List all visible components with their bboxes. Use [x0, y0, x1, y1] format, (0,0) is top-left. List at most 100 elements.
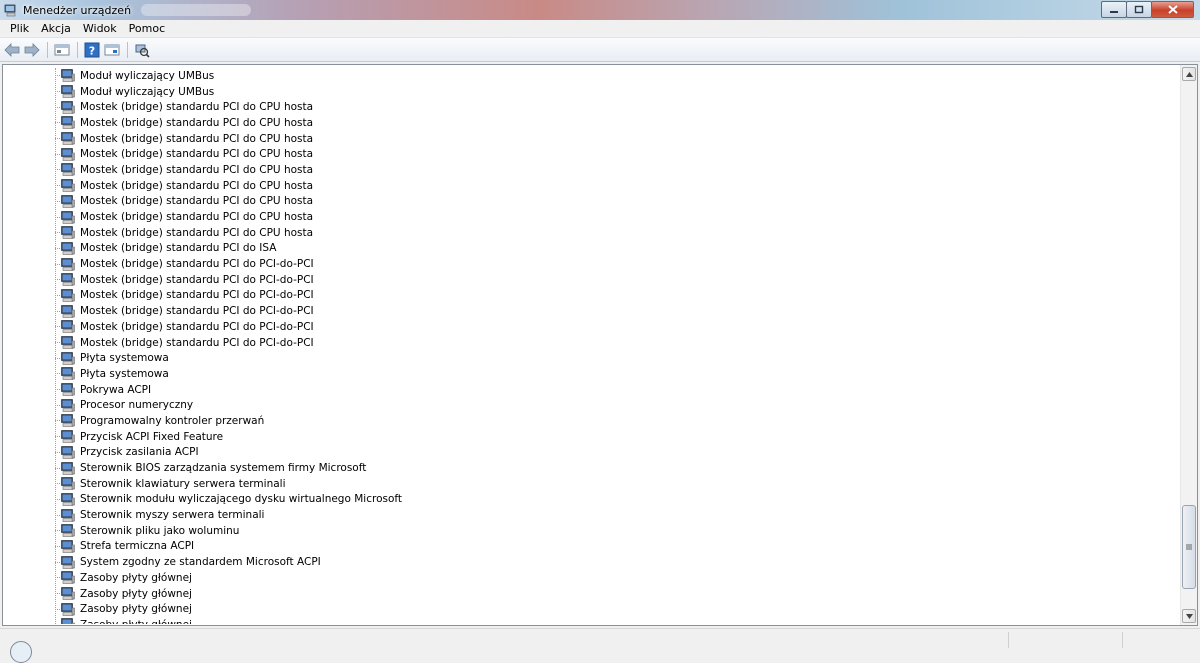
- tree-item[interactable]: Zasoby płyty głównej: [3, 601, 1181, 617]
- menu-file[interactable]: Plik: [4, 22, 35, 35]
- tree-item[interactable]: Przycisk ACPI Fixed Feature: [3, 429, 1181, 445]
- tree-item[interactable]: Sterownik modułu wyliczającego dysku wir…: [3, 492, 1181, 508]
- tree-item-label: Mostek (bridge) standardu PCI do CPU hos…: [80, 226, 314, 239]
- tree-item[interactable]: Mostek (bridge) standardu PCI do PCI-do-…: [3, 256, 1181, 272]
- status-icon: [10, 641, 32, 663]
- console-tree-button[interactable]: [53, 41, 71, 59]
- tree-item[interactable]: Mostek (bridge) standardu PCI do PCI-do-…: [3, 319, 1181, 335]
- menu-help[interactable]: Pomoc: [123, 22, 171, 35]
- title-bar[interactable]: Menedżer urządzeń: [0, 0, 1200, 20]
- tree-item-label: Mostek (bridge) standardu PCI do PCI-do-…: [80, 258, 314, 271]
- scroll-up-button[interactable]: [1182, 67, 1196, 81]
- tree-item[interactable]: Płyta systemowa: [3, 366, 1181, 382]
- tree-branch-line: [55, 200, 60, 202]
- properties-icon: [104, 44, 120, 55]
- tree-item-label: Sterownik BIOS zarządzania systemem firm…: [80, 462, 367, 475]
- vertical-scrollbar[interactable]: [1180, 65, 1197, 625]
- tree-item[interactable]: Płyta systemowa: [3, 350, 1181, 366]
- tree-item[interactable]: Mostek (bridge) standardu PCI do CPU hos…: [3, 131, 1181, 147]
- tree-item-label: Przycisk zasilania ACPI: [80, 446, 199, 459]
- toolbar-separator: [47, 41, 48, 58]
- tree-item[interactable]: Mostek (bridge) standardu PCI do PCI-do-…: [3, 335, 1181, 351]
- tree-item-label: Sterownik klawiatury serwera terminali: [80, 477, 286, 490]
- grip-icon: [1186, 544, 1192, 550]
- tree-branch-line: [55, 608, 60, 610]
- tree-item[interactable]: Sterownik pliku jako woluminu: [3, 523, 1181, 539]
- tree-item-label: Mostek (bridge) standardu PCI do CPU hos…: [80, 211, 314, 224]
- menu-action[interactable]: Akcja: [35, 22, 77, 35]
- tree-item-label: Zasoby płyty głównej: [80, 619, 192, 624]
- system-device-icon: [61, 555, 75, 569]
- system-device-icon: [61, 540, 75, 553]
- tree-item[interactable]: Mostek (bridge) standardu PCI do CPU hos…: [3, 209, 1181, 225]
- help-button[interactable]: ?: [83, 41, 101, 59]
- tree-item[interactable]: Sterownik klawiatury serwera terminali: [3, 476, 1181, 492]
- tree-item[interactable]: Mostek (bridge) standardu PCI do PCI-do-…: [3, 272, 1181, 288]
- tree-branch-line: [55, 561, 60, 563]
- tree-item[interactable]: Strefa termiczna ACPI: [3, 539, 1181, 555]
- tree-item-label: Zasoby płyty głównej: [80, 587, 192, 600]
- minimize-icon: [1110, 10, 1118, 13]
- tree-item-label: Zasoby płyty głównej: [80, 571, 192, 584]
- minimize-button[interactable]: [1101, 1, 1127, 18]
- tree-item[interactable]: System zgodny ze standardem Microsoft AC…: [3, 554, 1181, 570]
- device-manager-icon: [4, 4, 16, 17]
- tree-item[interactable]: Programowalny kontroler przerwań: [3, 413, 1181, 429]
- properties-button[interactable]: [103, 41, 121, 59]
- system-device-icon: [61, 116, 75, 130]
- tree-item[interactable]: Zasoby płyty głównej: [3, 617, 1181, 624]
- tree-item[interactable]: Mostek (bridge) standardu PCI do PCI-do-…: [3, 303, 1181, 319]
- system-device-icon: [61, 351, 75, 365]
- maximize-button[interactable]: [1126, 1, 1152, 18]
- tree-item[interactable]: Mostek (bridge) standardu PCI do CPU hos…: [3, 162, 1181, 178]
- tree-item[interactable]: Mostek (bridge) standardu PCI do CPU hos…: [3, 146, 1181, 162]
- tree-item[interactable]: Mostek (bridge) standardu PCI do PCI-do-…: [3, 288, 1181, 304]
- tree-item-label: Sterownik myszy serwera terminali: [80, 509, 265, 522]
- tree-branch-line: [55, 216, 60, 218]
- tree-branch-line: [55, 357, 60, 359]
- tree-item[interactable]: Sterownik BIOS zarządzania systemem firm…: [3, 460, 1181, 476]
- system-device-icon: [61, 524, 75, 538]
- scan-hardware-button[interactable]: [133, 41, 151, 59]
- tree-branch-line: [55, 91, 60, 93]
- tree-item[interactable]: Mostek (bridge) standardu PCI do ISA: [3, 241, 1181, 257]
- device-tree[interactable]: Moduł wyliczający UMBus Moduł wyliczający…: [3, 68, 1181, 624]
- scroll-thumb[interactable]: [1182, 505, 1196, 589]
- tree-branch-line: [55, 342, 60, 344]
- tree-item[interactable]: Procesor numeryczny: [3, 397, 1181, 413]
- window-controls: [1101, 1, 1194, 18]
- system-device-icon: [61, 571, 75, 585]
- forward-button[interactable]: [23, 41, 41, 59]
- back-button[interactable]: [3, 41, 21, 59]
- tree-branch-line: [55, 514, 60, 516]
- tree-item[interactable]: Moduł wyliczający UMBus: [3, 84, 1181, 100]
- tree-item[interactable]: Mostek (bridge) standardu PCI do CPU hos…: [3, 99, 1181, 115]
- tree-branch-line: [55, 153, 60, 155]
- tree-item-label: Procesor numeryczny: [80, 399, 194, 412]
- tree-item-label: Programowalny kontroler przerwań: [80, 414, 265, 427]
- close-button[interactable]: [1151, 1, 1194, 18]
- tree-item[interactable]: Zasoby płyty głównej: [3, 570, 1181, 586]
- chevron-down-icon: [1185, 613, 1193, 619]
- menu-bar: Plik Akcja Widok Pomoc: [0, 20, 1200, 38]
- tree-item[interactable]: Pokrywa ACPI: [3, 382, 1181, 398]
- tree-item[interactable]: Sterownik myszy serwera terminali: [3, 507, 1181, 523]
- tree-item[interactable]: Mostek (bridge) standardu PCI do CPU hos…: [3, 194, 1181, 210]
- tree-branch-line: [55, 530, 60, 532]
- scroll-down-button[interactable]: [1182, 609, 1196, 623]
- tree-item[interactable]: Moduł wyliczający UMBus: [3, 68, 1181, 84]
- tree-item[interactable]: Zasoby płyty głównej: [3, 586, 1181, 602]
- toolbar: ?: [0, 38, 1200, 62]
- system-device-icon: [61, 304, 75, 318]
- tree-item-label: Pokrywa ACPI: [80, 383, 152, 396]
- tree-item-label: Płyta systemowa: [80, 367, 169, 380]
- tree-item[interactable]: Mostek (bridge) standardu PCI do CPU hos…: [3, 115, 1181, 131]
- menu-view[interactable]: Widok: [77, 22, 123, 35]
- tree-item-label: Sterownik pliku jako woluminu: [80, 524, 240, 537]
- tree-item[interactable]: Mostek (bridge) standardu PCI do CPU hos…: [3, 225, 1181, 241]
- tree-item[interactable]: Przycisk zasilania ACPI: [3, 445, 1181, 461]
- system-device-icon: [61, 163, 75, 177]
- tree-item[interactable]: Mostek (bridge) standardu PCI do CPU hos…: [3, 178, 1181, 194]
- tree-branch-line: [55, 169, 60, 171]
- system-device-icon: [61, 257, 75, 271]
